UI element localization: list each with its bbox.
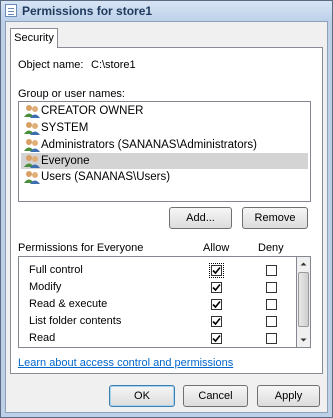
permission-name: List folder contents	[29, 315, 122, 327]
check-icon	[212, 266, 221, 275]
permission-row: Read	[19, 330, 296, 347]
deny-column-header: Deny	[258, 242, 284, 254]
group-list-label: Group or user names:	[18, 88, 125, 100]
permission-row: List folder contents	[19, 313, 296, 330]
deny-checkbox[interactable]	[266, 265, 277, 276]
list-item[interactable]: CREATOR OWNER	[21, 103, 308, 119]
permission-name: Modify	[29, 281, 62, 293]
object-name-label: Object name:	[18, 59, 84, 71]
access-control-help-link[interactable]: Learn about access control and permissio…	[18, 357, 233, 369]
list-item[interactable]: SYSTEM	[21, 120, 308, 136]
title-bar[interactable]: Permissions for store1	[1, 1, 332, 21]
permission-name: Full control	[29, 264, 83, 276]
deny-checkbox[interactable]	[266, 333, 277, 344]
check-icon	[212, 317, 221, 326]
list-item-label: Users (SANANAS\Users)	[41, 171, 171, 183]
list-item-label: Everyone	[41, 155, 90, 167]
permission-row: Modify	[19, 279, 296, 296]
allow-checkbox[interactable]	[211, 333, 222, 344]
allow-checkbox[interactable]	[211, 282, 222, 293]
permissions-scrollbar[interactable]	[297, 256, 311, 348]
users-icon	[24, 171, 40, 184]
check-icon	[212, 334, 221, 343]
permissions-header: Permissions for Everyone	[18, 242, 144, 254]
permission-row: Full control	[19, 262, 296, 279]
window-icon	[5, 4, 17, 17]
permission-name: Read & execute	[29, 298, 108, 310]
users-icon	[24, 122, 40, 135]
users-icon	[24, 105, 40, 118]
remove-button[interactable]: Remove	[242, 207, 308, 229]
scroll-thumb[interactable]	[298, 272, 309, 327]
allow-checkbox[interactable]	[211, 299, 222, 310]
allow-checkbox[interactable]	[209, 263, 224, 278]
permission-row: Read & execute	[19, 296, 296, 313]
object-name-value: C:\store1	[91, 59, 136, 71]
users-icon	[24, 139, 40, 152]
check-icon	[212, 300, 221, 309]
list-item[interactable]: Users (SANANAS\Users)	[21, 169, 308, 185]
check-icon	[212, 283, 221, 292]
scroll-down-icon[interactable]	[297, 333, 310, 347]
cancel-button[interactable]: Cancel	[183, 385, 248, 407]
add-button[interactable]: Add...	[169, 207, 232, 229]
list-item-label: CREATOR OWNER	[41, 105, 144, 117]
apply-button[interactable]: Apply	[257, 385, 320, 407]
list-item-label: Administrators (SANANAS\Administrators)	[41, 139, 257, 151]
permissions-list: Full control Modify Read & execute List …	[18, 256, 297, 348]
allow-checkbox[interactable]	[211, 316, 222, 327]
allow-column-header: Allow	[203, 242, 230, 254]
window-title: Permissions for store1	[22, 4, 153, 18]
group-user-list[interactable]: CREATOR OWNER SYSTEM Administrators (SAN…	[18, 101, 311, 202]
list-item[interactable]: Everyone	[21, 153, 308, 169]
deny-checkbox[interactable]	[266, 299, 277, 310]
ok-button[interactable]: OK	[109, 385, 175, 407]
tab-security[interactable]: Security	[10, 28, 58, 48]
permission-name: Read	[29, 332, 56, 344]
users-icon	[24, 155, 40, 168]
deny-checkbox[interactable]	[266, 316, 277, 327]
list-item[interactable]: Administrators (SANANAS\Administrators)	[21, 137, 308, 153]
scroll-up-icon[interactable]	[297, 257, 310, 271]
deny-checkbox[interactable]	[266, 282, 277, 293]
list-item-label: SYSTEM	[41, 122, 89, 134]
